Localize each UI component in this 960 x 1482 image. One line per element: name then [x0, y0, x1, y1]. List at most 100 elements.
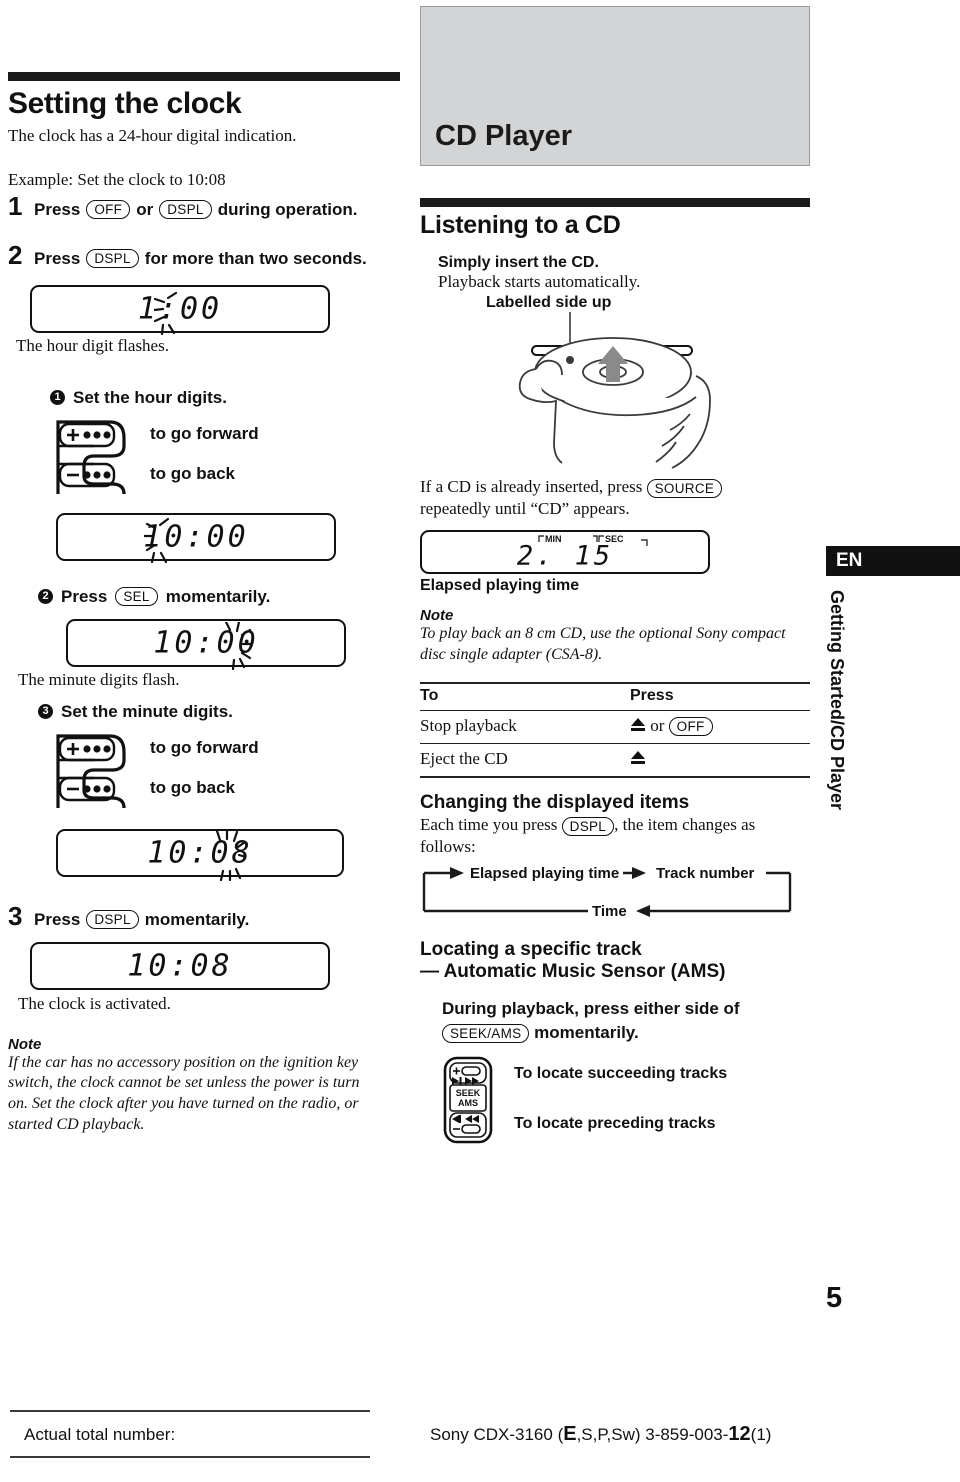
lcd-display-hour-flash: 1:00: [30, 284, 330, 335]
lcd-1000-left-wrap: 10:00: [56, 512, 336, 563]
already-inserted-post: repeatedly until “CD” appears.: [420, 499, 630, 519]
step-1-number: 1: [8, 190, 23, 221]
lcd-value: 10:00: [143, 519, 249, 554]
button-dspl[interactable]: DSPL: [86, 249, 139, 268]
flow-label-elapsed: Elapsed playing time: [466, 865, 624, 883]
lcd-value: 1:00: [137, 291, 223, 326]
seek-ams-rocker-icon[interactable]: SEEK AMS: [442, 1055, 500, 1150]
eject-icon[interactable]: [630, 717, 646, 737]
table-cell-press: [630, 743, 810, 777]
running-head: Getting Started/CD Player: [827, 590, 847, 811]
step-1-mid: or: [136, 199, 154, 219]
table-cell-to: Stop playback: [420, 716, 517, 736]
substep-1: 1 Set the hour digits.: [50, 388, 408, 408]
table-header-row: To Press: [420, 682, 810, 711]
right-note: Note To play back an 8 cm CD, use the op…: [420, 607, 810, 666]
step-2-number: 2: [8, 239, 23, 270]
substep-2-post: momentarily.: [165, 586, 271, 606]
locate-preceding-label: To locate preceding tracks: [514, 1115, 716, 1133]
table-cell-to: Eject the CD: [420, 749, 508, 769]
changing-text: Each time you press DSPL, the item chang…: [420, 814, 810, 858]
actual-total-number-label: Actual total number:: [24, 1425, 176, 1444]
flow-label-time: Time: [588, 903, 631, 921]
lcd-hour-caption: The hour digit flashes.: [16, 335, 169, 355]
note-text: If the car has no accessory position on …: [8, 1053, 360, 1133]
model-e: E: [563, 1423, 577, 1445]
eject-icon[interactable]: [630, 750, 646, 770]
step-2-pre: Press: [34, 248, 81, 268]
right-column: CD Player Listening to a CD Simply inser…: [420, 0, 810, 1150]
button-off[interactable]: OFF: [668, 717, 713, 737]
rotary-back-label: to go back: [150, 777, 236, 797]
substep-1-label: Set the hour digits.: [73, 387, 227, 407]
locating-post: momentarily.: [534, 1023, 639, 1043]
step-3-text: Press DSPL momentarily.: [34, 910, 249, 930]
rotary-volume-icon[interactable]: [54, 730, 132, 818]
seek-label-1: SEEK: [456, 1088, 481, 1098]
rotary-volume-icon[interactable]: [54, 416, 132, 504]
substep-3: 3 Set the minute digits.: [38, 702, 408, 722]
lcd-corner-mark-icon: [640, 534, 649, 552]
circled-number-2: 2: [38, 589, 53, 604]
model-code-text: Sony CDX-3160 (E,S,P,Sw) 3-859-003-12(1): [430, 1423, 771, 1446]
table-cell-press: or OFF: [630, 710, 810, 743]
chapter-banner: CD Player: [420, 6, 810, 166]
substep-2: 2 Press SEL momentarily.: [38, 587, 408, 607]
circled-number-3: 3: [38, 704, 53, 719]
section-rule-top: [8, 72, 400, 81]
page-footer: Actual total number: Sony CDX-3160 (E,S,…: [0, 1410, 960, 1482]
note-label: Note: [420, 607, 454, 625]
insert-bold-text: Simply insert the CD.: [438, 254, 599, 271]
manual-page: Setting the clock The clock has a 24-hou…: [0, 0, 960, 1482]
flow-label-track: Track number: [652, 865, 759, 883]
step-3-number: 3: [8, 900, 23, 931]
lcd-1008-flash-wrap: 10:08: [56, 828, 344, 881]
table-row: Stop playback or OFF: [420, 710, 810, 744]
locating-title: Locating a specific track: [420, 939, 642, 961]
display-cycle-diagram: Elapsed playing time Track number Time: [420, 863, 810, 925]
insert-instructions: Simply insert the CD. Playback starts au…: [438, 254, 810, 312]
lcd-minute-caption: The minute digits flash.: [18, 669, 180, 689]
substep-2-pre: Press: [61, 586, 108, 606]
lcd-1008-wrap: 10:08 The clock is activated.: [18, 941, 330, 1014]
lcd-elapsed-wrap: MIN SEC 2. 15 Elapsed playing time: [420, 530, 710, 595]
table-row: Eject the CD: [420, 743, 810, 777]
lcd-display-1008-flash: 10:08: [56, 828, 344, 881]
note-text: To play back an 8 cm CD, use the optiona…: [420, 625, 786, 663]
button-off[interactable]: OFF: [86, 200, 131, 219]
example-text: Example: Set the clock to 10:08: [8, 169, 226, 189]
insert-serif-text: Playback starts automatically.: [438, 272, 641, 291]
to-press-table: To Press Stop playback or OFF Eject the …: [420, 682, 810, 778]
section-rule-right: [420, 198, 810, 207]
lcd-display-elapsed: MIN SEC 2. 15: [420, 530, 710, 575]
elapsed-caption: Elapsed playing time: [420, 577, 580, 595]
step-1: 1 Press OFF or DSPL during operation.: [8, 193, 408, 220]
changing-title: Changing the displayed items: [420, 791, 690, 813]
button-dspl[interactable]: DSPL: [159, 200, 212, 219]
rotary-forward-label: to go forward: [150, 423, 259, 443]
locate-succeeding-label: To locate succeeding tracks: [514, 1065, 728, 1083]
section-title-listening: Listening to a CD: [420, 211, 621, 239]
locating-subtitle: — Automatic Music Sensor (AMS): [420, 961, 726, 983]
button-sel[interactable]: SEL: [115, 587, 158, 606]
lcd-1008-caption: The clock is activated.: [18, 993, 171, 1013]
left-note: Note If the car has no accessory positio…: [8, 1036, 408, 1136]
step-3: 3 Press DSPL momentarily.: [8, 903, 408, 930]
left-column: Setting the clock The clock has a 24-hou…: [8, 0, 408, 1136]
lcd-1000-right-wrap: 10:00 The minute digits flash.: [18, 618, 346, 690]
button-dspl[interactable]: DSPL: [561, 816, 615, 836]
labelled-side-up-label: Labelled side up: [486, 294, 612, 311]
lcd-value: 2. 15: [516, 540, 614, 572]
step-1-pre: Press: [34, 199, 81, 219]
note-label: Note: [8, 1035, 42, 1053]
cd-insert-illustration: [420, 312, 810, 482]
button-seek-ams[interactable]: SEEK/AMS: [442, 1024, 530, 1044]
model-mid: ,S,P,Sw) 3-859-003-: [576, 1425, 729, 1444]
rotary-back-label: to go back: [150, 463, 236, 483]
intro-text: The clock has a 24-hour digital indicati…: [8, 126, 297, 145]
lcd-value: 10:08: [127, 948, 233, 983]
model-post: (1): [750, 1425, 772, 1444]
seek-control-group: SEEK AMS To locate succeeding tracks To …: [442, 1055, 810, 1150]
lcd-value: 10:00: [153, 625, 259, 660]
button-dspl[interactable]: DSPL: [86, 910, 139, 929]
